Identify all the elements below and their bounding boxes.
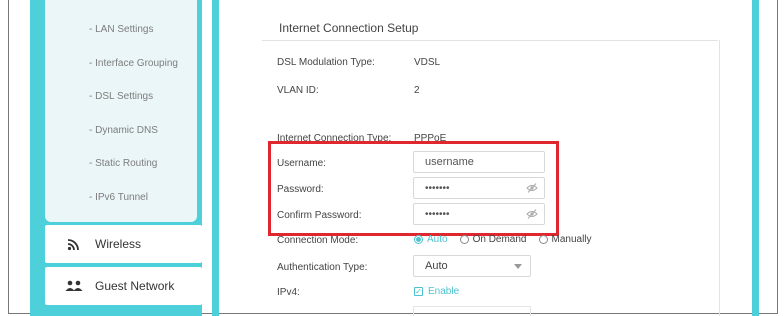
- submenu-item-dsl-settings[interactable]: - DSL Settings: [89, 91, 153, 102]
- right-edge-stripe: [752, 0, 759, 316]
- radio-manually[interactable]: [538, 235, 548, 244]
- vlan-id-value: 2: [414, 85, 420, 96]
- submenu-item-static-routing[interactable]: - Static Routing: [89, 158, 157, 169]
- radio-auto-label[interactable]: Auto: [427, 234, 448, 245]
- next-field-partial: [413, 306, 531, 316]
- sidebar-item-label: Wireless: [95, 237, 142, 251]
- connection-mode-label: Connection Mode:: [277, 235, 359, 246]
- submenu-item-interface-grouping[interactable]: - Interface Grouping: [89, 58, 178, 69]
- radio-on-demand-label[interactable]: On Demand: [473, 234, 527, 245]
- modulation-type-value: VDSL: [414, 57, 441, 68]
- radio-auto[interactable]: [414, 235, 423, 244]
- sidebar-item-label: Guest Network: [95, 279, 175, 293]
- modulation-type-label: DSL Modulation Type:: [277, 57, 375, 68]
- panel-border: [719, 40, 720, 316]
- section-divider: [262, 40, 718, 41]
- auth-type-value: Auto: [425, 260, 448, 272]
- auth-type-label: Authentication Type:: [277, 262, 368, 273]
- ipv4-enable-row[interactable]: ✓ Enable: [414, 286, 459, 297]
- chevron-down-icon: [514, 264, 522, 269]
- guest-users-icon: [65, 280, 83, 292]
- section-title: Internet Connection Setup: [279, 21, 419, 35]
- submenu-item-lan-settings[interactable]: - LAN Settings: [89, 24, 153, 35]
- radio-manually-label[interactable]: Manually: [552, 234, 592, 245]
- sidebar-item-guest-network[interactable]: Guest Network: [45, 267, 202, 305]
- ipv4-enable-checkbox[interactable]: ✓: [414, 287, 423, 296]
- credentials-highlight-box: [268, 141, 559, 236]
- auth-type-select[interactable]: Auto: [413, 255, 531, 277]
- sidebar-divider: [212, 0, 219, 316]
- ipv4-label: IPv4:: [277, 287, 300, 298]
- wifi-icon: [65, 237, 83, 251]
- submenu-item-ipv6-tunnel[interactable]: - IPv6 Tunnel: [89, 192, 148, 203]
- submenu-item-dynamic-dns[interactable]: - Dynamic DNS: [89, 125, 158, 136]
- vlan-id-label: VLAN ID:: [277, 85, 319, 96]
- ipv4-enable-label[interactable]: Enable: [428, 286, 459, 297]
- radio-on-demand[interactable]: [459, 235, 469, 244]
- connection-mode-radio-group: Auto On Demand Manually: [414, 234, 604, 245]
- sidebar-item-wireless[interactable]: Wireless: [45, 225, 202, 263]
